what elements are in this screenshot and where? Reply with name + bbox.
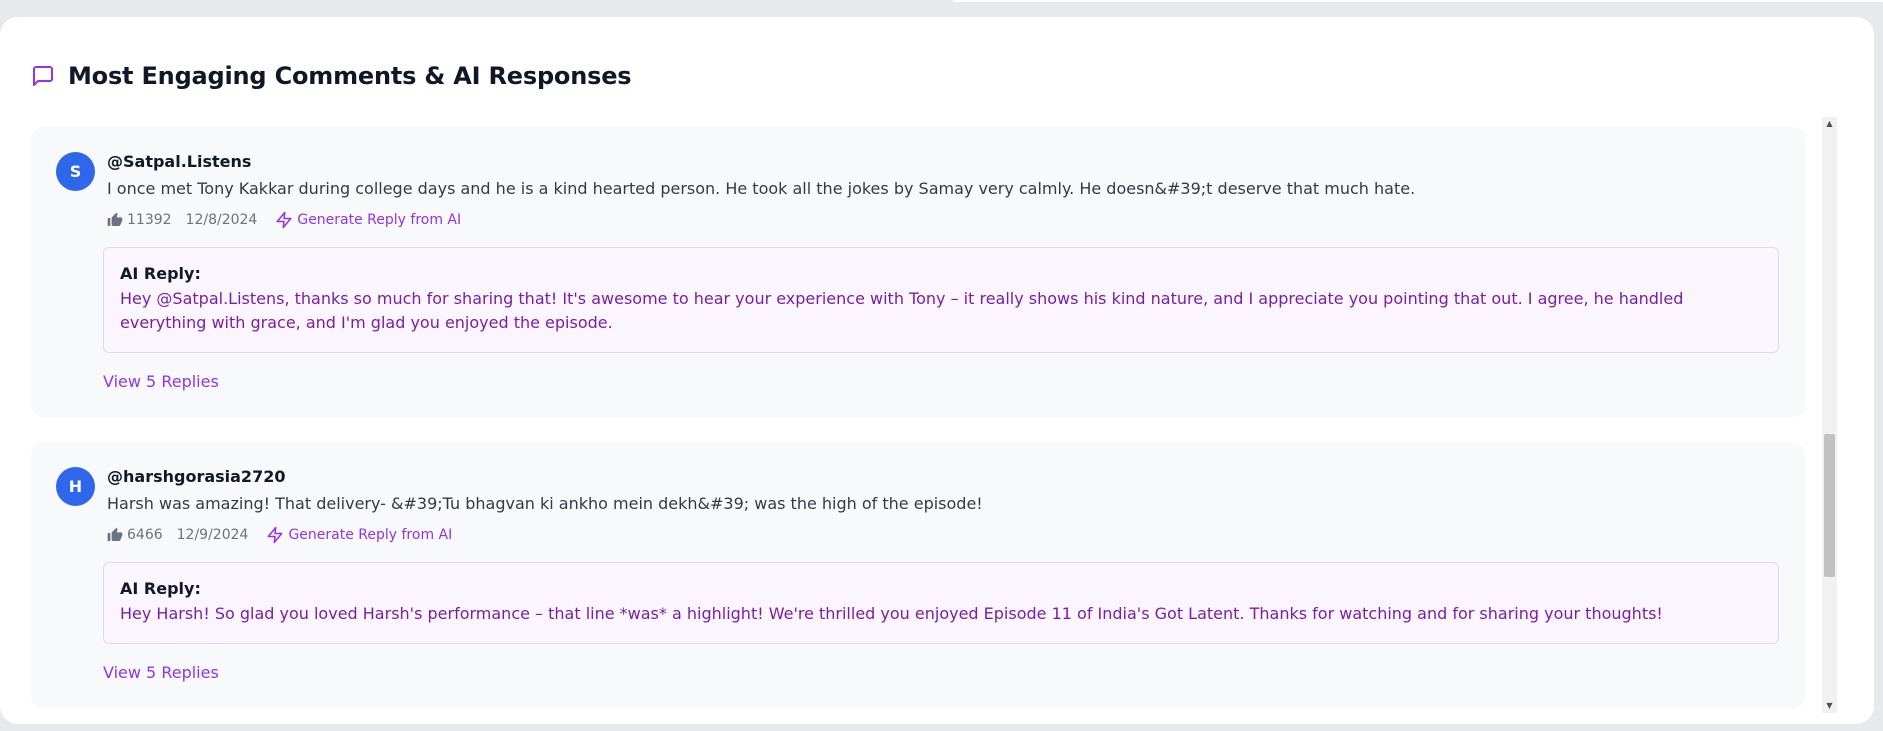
- lightning-icon: [267, 526, 283, 544]
- ai-reply-label: AI Reply:: [120, 579, 201, 598]
- lightning-icon: [276, 211, 292, 229]
- comments-list[interactable]: S @Satpal.Listens I once met Tony Kakkar…: [31, 117, 1821, 713]
- comment-card: S @Satpal.Listens I once met Tony Kakkar…: [31, 127, 1805, 417]
- comment-date: 12/8/2024: [185, 212, 258, 228]
- ai-reply-box: AI Reply: Hey @Satpal.Listens, thanks so…: [103, 247, 1779, 353]
- ai-reply-box: AI Reply: Hey Harsh! So glad you loved H…: [103, 562, 1779, 644]
- scroll-up-arrow-icon[interactable]: ▲: [1822, 117, 1837, 131]
- avatar: H: [56, 467, 95, 506]
- view-replies-link[interactable]: View 5 Replies: [103, 372, 219, 391]
- generate-reply-label: Generate Reply from AI: [288, 527, 453, 543]
- generate-reply-label: Generate Reply from AI: [297, 212, 462, 228]
- ai-reply-text: Hey Harsh! So glad you loved Harsh's per…: [120, 604, 1663, 623]
- generate-reply-button[interactable]: Generate Reply from AI: [275, 211, 461, 229]
- comment-card: H @harshgorasia2720 Harsh was amazing! T…: [31, 442, 1805, 709]
- comment-date: 12/9/2024: [176, 527, 249, 543]
- scrollbar-thumb[interactable]: [1824, 434, 1835, 577]
- comment-author: @Satpal.Listens: [107, 152, 252, 171]
- ai-reply-text: Hey @Satpal.Listens, thanks so much for …: [120, 289, 1684, 332]
- thumbs-up-icon: [107, 212, 123, 228]
- comment-text: Harsh was amazing! That delivery- &#39;T…: [107, 494, 983, 513]
- comment-author: @harshgorasia2720: [107, 467, 286, 486]
- like-count: 6466: [127, 527, 163, 543]
- comments-panel: Most Engaging Comments & AI Responses S …: [0, 17, 1874, 724]
- comment-text: I once met Tony Kakkar during college da…: [107, 179, 1416, 198]
- comment-meta: 6466 12/9/2024 Generate Reply from AI: [107, 526, 452, 544]
- panel-title: Most Engaging Comments & AI Responses: [68, 62, 632, 90]
- top-card-edge: [953, 0, 1883, 2]
- avatar: S: [56, 152, 95, 191]
- comment-meta: 11392 12/8/2024 Generate Reply from AI: [107, 211, 461, 229]
- generate-reply-button[interactable]: Generate Reply from AI: [266, 526, 452, 544]
- message-square-icon: [31, 64, 55, 88]
- thumbs-up-icon: [107, 527, 123, 543]
- panel-header: Most Engaging Comments & AI Responses: [31, 59, 632, 93]
- top-background-strip: [0, 0, 918, 4]
- ai-reply-label: AI Reply:: [120, 264, 201, 283]
- scroll-down-arrow-icon[interactable]: ▼: [1822, 699, 1837, 713]
- like-count: 11392: [127, 212, 172, 228]
- view-replies-link[interactable]: View 5 Replies: [103, 663, 219, 682]
- vertical-scrollbar[interactable]: ▲ ▼: [1822, 117, 1837, 713]
